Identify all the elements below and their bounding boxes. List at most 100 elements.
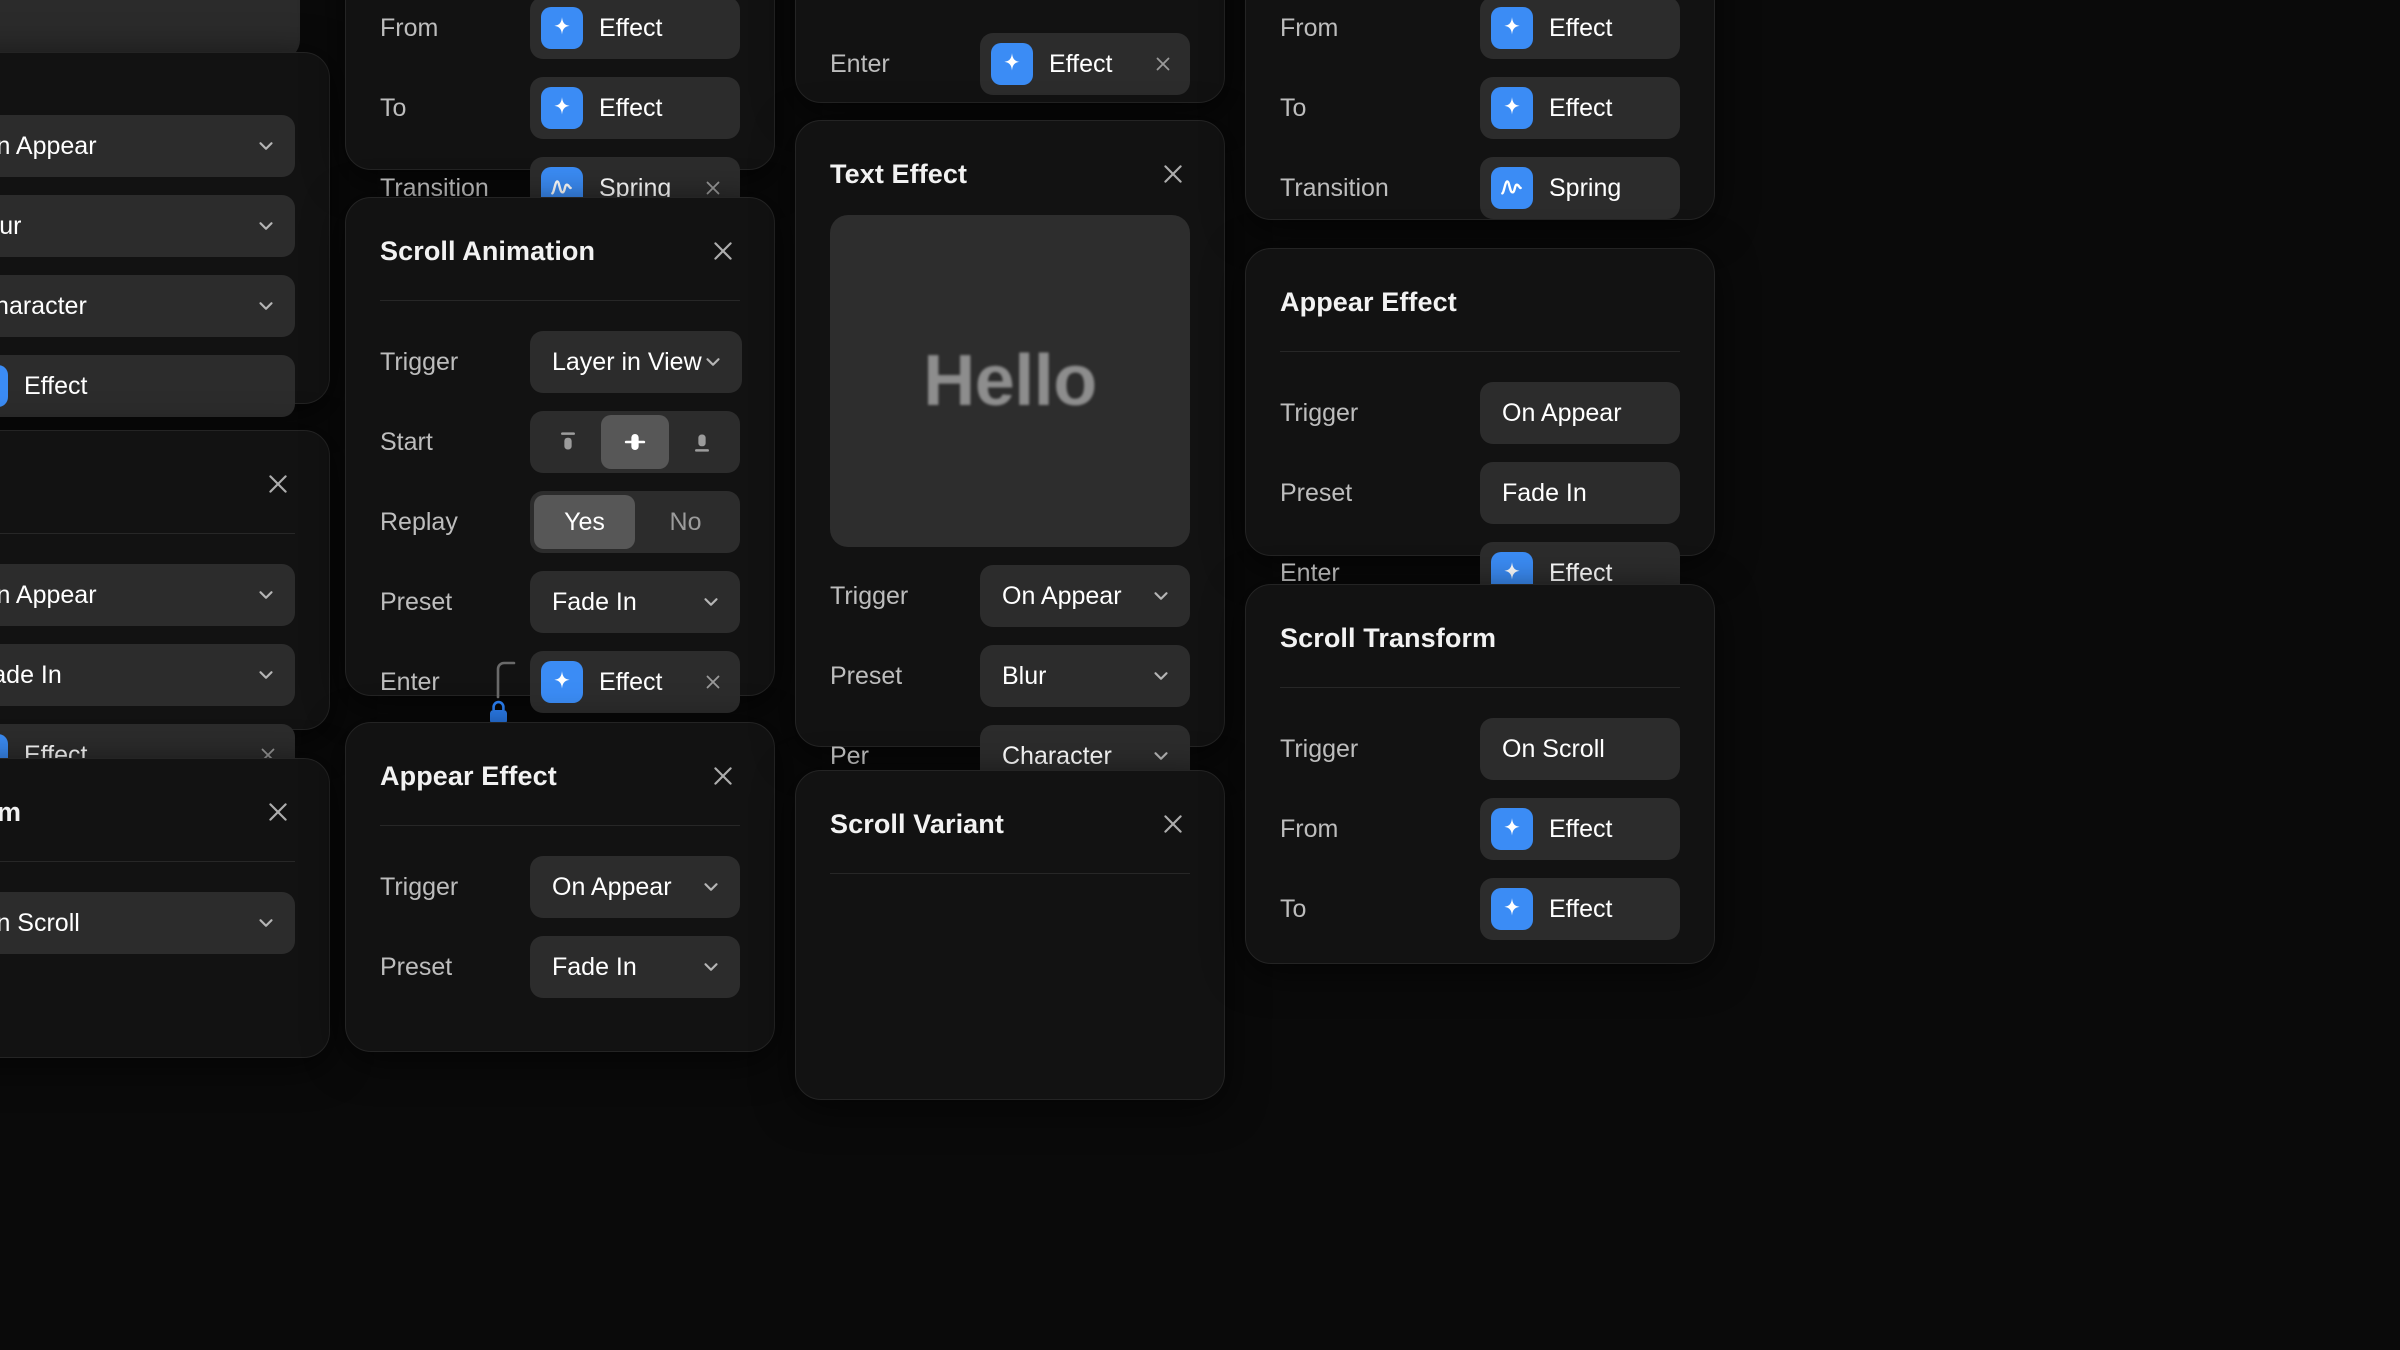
select-preset[interactable]: Fade In [1480,462,1680,524]
label-trigger: Trigger [830,582,980,611]
row-trigger: Trigger On Appear [380,856,740,918]
panel-enter-top: Enter Effect [795,0,1225,103]
align-top-icon[interactable] [534,415,601,469]
close-icon[interactable] [1156,157,1190,191]
chip-enter-effect[interactable]: Effect [0,355,295,417]
sparkle-icon [0,365,8,407]
label-start: Start [380,428,530,457]
select-trigger-value: On Appear [1002,582,1122,611]
select-trigger[interactable]: On Appear [0,115,295,177]
row-transition: Transition Spring [1280,157,1680,219]
close-icon[interactable] [706,759,740,793]
replay-no-option[interactable]: No [635,495,736,549]
select-per-value: Character [1002,742,1112,771]
remove-icon[interactable] [1152,53,1174,75]
chip-to-effect[interactable]: Effect [1480,77,1680,139]
spring-curve-icon [1491,167,1533,209]
select-preset[interactable]: Blur [0,195,295,257]
chip-to-label: Effect [1549,895,1664,924]
close-icon[interactable] [706,234,740,268]
remove-icon[interactable] [702,671,724,693]
select-trigger[interactable]: On Appear [530,856,740,918]
chevron-down-icon [255,295,277,317]
chip-to-effect[interactable]: Effect [530,77,740,139]
label-preset: Preset [830,662,980,691]
select-preset-value: Fade In [552,953,637,982]
select-trigger[interactable]: On Scroll [0,892,295,954]
select-trigger-value: On Appear [1502,399,1622,428]
sparkle-icon [541,87,583,129]
chip-from-effect[interactable]: Effect [1480,0,1680,59]
label-from: From [1280,14,1480,43]
select-trigger[interactable]: Layer in View [530,331,742,393]
panel-scroll-transform-left: Scroll Transform Trigger On Scroll [0,758,330,1058]
chip-transition-spring[interactable]: Spring [1480,157,1680,219]
select-trigger-value: On Scroll [1502,735,1605,764]
close-icon[interactable] [261,795,295,829]
select-preset[interactable]: Fade In [0,644,295,706]
segmented-start[interactable] [530,411,740,473]
label-to: To [380,94,530,123]
text-effect-preview: Hello [830,215,1190,547]
panel-text-effect-left: Trigger On Appear Preset Blur [0,52,330,404]
chevron-down-icon [255,215,277,237]
row-start: Start [380,411,740,473]
panel-scroll-transform-right: Scroll Transform Trigger On Scroll From … [1245,584,1715,964]
chip-transition-label: Spring [1549,174,1664,203]
chip-to-effect[interactable]: Effect [1480,878,1680,940]
select-preset[interactable]: Blur [980,645,1190,707]
label-from: From [380,14,530,43]
select-per[interactable]: Character [0,275,295,337]
label-preset: Preset [380,588,530,617]
align-center-icon[interactable] [601,415,668,469]
select-preset[interactable]: Fade In [530,571,740,633]
select-preset[interactable]: Fade In [530,936,740,998]
segmented-replay[interactable]: Yes No [530,491,740,553]
label-trigger: Trigger [380,873,530,902]
chevron-down-icon [702,351,724,373]
panel-header: Scroll Transform [0,759,329,839]
chip-from-label: Effect [599,14,724,43]
select-trigger[interactable]: On Scroll [1480,718,1680,780]
select-trigger-value: On Scroll [0,909,80,938]
chip-from-effect[interactable]: Effect [530,0,740,59]
label-preset: Preset [380,953,530,982]
row-per: Per Character [0,275,295,337]
canvas: Trigger On Appear Preset Blur [0,0,2400,1350]
close-icon[interactable] [261,467,295,501]
select-trigger[interactable]: On Appear [980,565,1190,627]
preview-box-cropped [0,0,300,60]
row-trigger: Trigger On Scroll [0,892,295,954]
chevron-down-icon [700,591,722,613]
panel-header: Appear Effect [1246,249,1714,329]
row-enter: Enter Effect [830,33,1190,95]
row-from: From Effect [1280,798,1680,860]
panel-appear-effect-right: Appear Effect Trigger On Appear Preset F… [1245,248,1715,556]
select-trigger-value: On Appear [0,132,97,161]
select-trigger[interactable]: On Appear [0,564,295,626]
replay-yes-option[interactable]: Yes [534,495,635,549]
align-bottom-icon[interactable] [669,415,736,469]
panel-header: Appear Effect [346,723,774,803]
close-icon[interactable] [1156,807,1190,841]
chip-enter-label: Effect [24,372,279,401]
panel-title: Scroll Animation [380,236,595,267]
chip-enter-label: Effect [599,668,686,697]
chip-enter-effect[interactable]: Effect [980,33,1190,95]
row-from: From Effect [380,0,740,59]
row-replay: Replay Yes No [380,491,740,553]
select-trigger[interactable]: On Appear [1480,382,1680,444]
chevron-down-icon [1150,665,1172,687]
label-replay: Replay [380,508,530,537]
row-enter: Enter Effect [0,355,295,417]
remove-icon[interactable] [702,177,724,199]
label-trigger: Trigger [380,348,530,377]
select-trigger-value: On Appear [0,581,97,610]
panel-scroll-transform-right-top: From Effect To Effect Tran [1245,0,1715,220]
select-trigger-value: On Appear [552,873,672,902]
label-from: From [1280,815,1480,844]
sparkle-icon [991,43,1033,85]
chip-enter-effect[interactable]: Effect [530,651,740,713]
chip-from-label: Effect [1549,14,1664,43]
chip-from-effect[interactable]: Effect [1480,798,1680,860]
